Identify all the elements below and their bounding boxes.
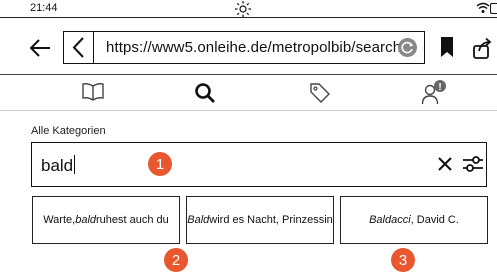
annotation-marker: 3 bbox=[391, 248, 415, 272]
category-label[interactable]: Alle Kategorien bbox=[31, 125, 106, 137]
book-icon[interactable] bbox=[81, 82, 105, 102]
back-arrow-icon[interactable] bbox=[29, 38, 51, 58]
app-navigation: ! bbox=[0, 75, 497, 111]
brightness-icon bbox=[235, 1, 251, 17]
filter-settings-icon[interactable] bbox=[462, 154, 484, 174]
url-text[interactable]: https://www5.onleihe.de/metropolbib/sear… bbox=[106, 39, 401, 56]
wifi-icon bbox=[476, 2, 490, 13]
suggestion-item[interactable]: Bald wird es Nacht, Prinzessin bbox=[186, 196, 334, 244]
bookmark-icon[interactable] bbox=[441, 37, 453, 57]
clear-icon[interactable] bbox=[436, 155, 454, 173]
annotation-marker: 1 bbox=[148, 152, 172, 176]
search-query[interactable]: bald bbox=[41, 155, 76, 176]
url-back-button[interactable] bbox=[64, 32, 94, 63]
user-icon[interactable]: ! bbox=[421, 80, 447, 106]
reload-icon[interactable] bbox=[398, 38, 417, 57]
tag-icon[interactable] bbox=[309, 82, 331, 104]
status-time: 21:44 bbox=[30, 2, 58, 14]
share-icon[interactable] bbox=[471, 36, 495, 60]
notification-badge: ! bbox=[438, 82, 441, 93]
annotation-marker: 2 bbox=[164, 248, 188, 272]
status-bar: 21:44 bbox=[0, 0, 497, 18]
suggestion-item[interactable]: Baldacci, David C. bbox=[340, 196, 488, 244]
suggestion-item[interactable]: Warte, bald ruhest auch du bbox=[32, 196, 180, 244]
text-cursor bbox=[74, 155, 76, 174]
battery-icon bbox=[490, 3, 497, 14]
search-icon[interactable] bbox=[194, 82, 216, 104]
search-input[interactable] bbox=[31, 142, 487, 187]
chevron-left-icon bbox=[72, 37, 84, 58]
